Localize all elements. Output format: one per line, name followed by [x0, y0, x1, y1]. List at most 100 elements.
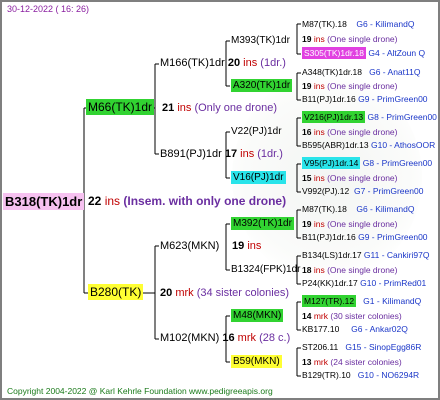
gen4-4-note: (One single drone) — [327, 173, 398, 183]
pedigree-page: 30-12-2022 ( 16: 26) Copyright 2004-2022… — [0, 0, 440, 400]
gen4-3-name[interactable]: V216(PJ)1dr.13 — [302, 111, 366, 123]
gen2-3-name[interactable]: M623(MKN) — [160, 240, 219, 252]
gen4-3-mark: ins — [313, 127, 325, 137]
gen4-2-top: A348(TK)1dr.18 G6 - Anat11Q — [302, 68, 420, 77]
gen4-5-mark: ins — [313, 219, 325, 229]
gen3-5-name[interactable]: M392(TK)1dr — [231, 217, 294, 230]
gen4-7-code: G1 - KilimandQ — [363, 296, 422, 306]
gen4-8-sub[interactable]: B129(TR).10 — [302, 370, 351, 380]
gen4-8-top: ST206.11 G15 - SinopEgg86R — [302, 343, 421, 352]
gen3-2-name[interactable]: A320(TK)1dr — [231, 79, 293, 92]
gen4-8-name[interactable]: ST206.11 — [302, 342, 338, 352]
gen4-6-mid: 18 ins (One single drone) — [302, 266, 398, 275]
gen4-2-note: (One single drone) — [327, 81, 398, 91]
gen4-3-code: G8 - PrimGreen00 — [367, 112, 437, 122]
gen3-6-name[interactable]: B1324(FPK)1dr — [231, 264, 300, 275]
gen4-6-mark: ins — [313, 265, 325, 275]
gen2-1-name[interactable]: M166(TK)1dr — [160, 57, 225, 69]
root-queen-name[interactable]: B318(TK)1dr — [3, 193, 85, 210]
gen4-5-sub[interactable]: B11(PJ)1dr.16 — [302, 232, 356, 242]
gen3-8: B59(MKN) — [231, 355, 282, 368]
gen4-4-mid: 15 ins (One single drone) — [302, 174, 398, 183]
gen4-3-sub[interactable]: B595(ABR)1dr.13 — [302, 140, 369, 150]
gen4-5-bottom: B11(PJ)1dr.16 G9 - PrimGreen00 — [302, 233, 428, 242]
gen3-1: M393(TK)1dr — [231, 36, 290, 46]
gen4-5-code: G6 - KilimandQ — [356, 204, 415, 214]
gen4-1-note: (One single drone) — [327, 34, 398, 44]
gen3-5: M392(TK)1dr — [231, 217, 294, 230]
gen4-2-mid: 19 ins (One single drone) — [302, 82, 398, 91]
gen1-upper-info: 21 ins (Only one drone) — [162, 103, 277, 114]
gen4-5-top: M87(TK).18 G6 - KilimandQ — [302, 205, 414, 214]
gen4-7-note: (30 sister colonies) — [330, 311, 402, 321]
gen4-2-subcode: G9 - PrimGreen00 — [358, 94, 428, 104]
root-note: (Insem. with only one drone) — [123, 194, 287, 208]
gen3-3-name[interactable]: V22(PJ)1dr — [231, 126, 282, 137]
gen4-1-subcode: G4 - AltZoun Q — [368, 48, 426, 58]
gen4-2-mark: ins — [313, 81, 325, 91]
gen4-7-sub[interactable]: KB177.10 — [302, 324, 339, 334]
gen2-4-name[interactable]: M102(MKN) — [160, 332, 219, 344]
gen1-lower-name[interactable]: B280(TK) — [88, 284, 144, 300]
gen4-4-mark: ins — [313, 173, 325, 183]
gen2-2-note: (1dr.) — [257, 148, 283, 160]
gen4-4-bottom: V992(PJ).12 G7 - PrimGreen00 — [302, 187, 423, 196]
gen4-4-top: V95(PJ)1dr.14 G8 - PrimGreen00 — [302, 157, 432, 169]
gen2-4-mark: mrk — [237, 332, 256, 344]
gen4-6-bottom: P24(KK)1dr.17 G10 - PrimRed01 — [302, 279, 426, 288]
gen1-upper: M66(TK)1dr — [86, 99, 155, 115]
gen4-3-note: (One single drone) — [327, 127, 398, 137]
gen1-lower-num: 20 — [160, 287, 173, 299]
gen4-1-sub[interactable]: S305(TK)1dr.18 — [302, 47, 367, 59]
gen3-4: V16(PJ)1dr — [231, 171, 286, 184]
gen3-3: V22(PJ)1dr — [231, 127, 282, 137]
gen4-8-num: 13 — [302, 357, 312, 367]
gen4-6-subcode: G10 - PrimRed01 — [360, 278, 427, 288]
gen4-1-name[interactable]: M87(TK).18 — [302, 19, 347, 29]
gen3-4-name[interactable]: V16(PJ)1dr — [231, 171, 286, 184]
gen4-2-sub[interactable]: B11(PJ)1dr.16 — [302, 94, 356, 104]
gen4-8-mid: 13 mrk (24 sister colonies) — [302, 358, 402, 367]
gen4-3-top: V216(PJ)1dr.13 G8 - PrimGreen00 — [302, 111, 437, 123]
gen2-3-mark: ins — [247, 240, 262, 252]
gen4-8-mark: mrk — [313, 357, 329, 367]
gen4-1-top: M87(TK).18 G6 - KilimandQ — [302, 20, 414, 29]
gen2-4-num: 16 — [222, 332, 235, 344]
gen4-2-bottom: B11(PJ)1dr.16 G9 - PrimGreen00 — [302, 95, 428, 104]
gen1-upper-name[interactable]: M66(TK)1dr — [86, 99, 155, 115]
gen4-1-code: G6 - KilimandQ — [356, 19, 415, 29]
gen4-6-num: 18 — [302, 265, 312, 275]
gen4-7-name[interactable]: M127(TR).12 — [302, 295, 357, 307]
gen4-5-num: 19 — [302, 219, 312, 229]
gen4-6-code: G11 - Cankiri97Q — [363, 250, 430, 260]
report-date: 30-12-2022 ( 16: 26) — [7, 4, 90, 14]
gen4-7-mark: mrk — [313, 311, 329, 321]
gen4-6-name[interactable]: B134(LS)1dr.17 — [302, 250, 362, 260]
gen4-4-subcode: G7 - PrimGreen00 — [353, 186, 424, 196]
gen4-2-name[interactable]: A348(TK)1dr.18 — [302, 67, 362, 77]
gen1-lower-info: 20 mrk (34 sister colonies) — [160, 288, 289, 299]
gen4-5-mid: 19 ins (One single drone) — [302, 220, 398, 229]
gen4-7-mid: 14 mrk (30 sister colonies) — [302, 312, 402, 321]
gen3-2: A320(TK)1dr — [231, 79, 293, 92]
gen3-7-name[interactable]: M48(MKN) — [231, 309, 284, 322]
gen3-1-name[interactable]: M393(TK)1dr — [231, 35, 290, 46]
gen4-4-sub[interactable]: V992(PJ).12 — [302, 186, 349, 196]
gen2-2-mark: ins — [240, 148, 255, 160]
gen4-7-num: 14 — [302, 311, 312, 321]
gen4-6-sub[interactable]: P24(KK)1dr.17 — [302, 278, 358, 288]
gen4-8-note: (24 sister colonies) — [330, 357, 402, 367]
root-num: 22 — [88, 194, 102, 208]
gen4-5-name[interactable]: M87(TK).18 — [302, 204, 347, 214]
gen2-1-mark: ins — [243, 57, 258, 69]
gen4-5-note: (One single drone) — [327, 219, 398, 229]
gen4-2-code: G6 - Anat11Q — [369, 67, 421, 77]
gen4-4-name[interactable]: V95(PJ)1dr.14 — [302, 157, 361, 169]
gen3-8-name[interactable]: B59(MKN) — [231, 355, 282, 368]
gen2-4: M102(MKN) 16 mrk (28 c.) — [160, 333, 290, 344]
gen1-upper-mark: ins — [177, 102, 192, 114]
gen2-3: M623(MKN) — [160, 241, 219, 252]
gen4-1-num: 19 — [302, 34, 312, 44]
gen2-1: M166(TK)1dr 20 ins (1dr.) — [160, 58, 286, 69]
gen2-2-name[interactable]: B891(PJ)1dr — [160, 148, 222, 160]
